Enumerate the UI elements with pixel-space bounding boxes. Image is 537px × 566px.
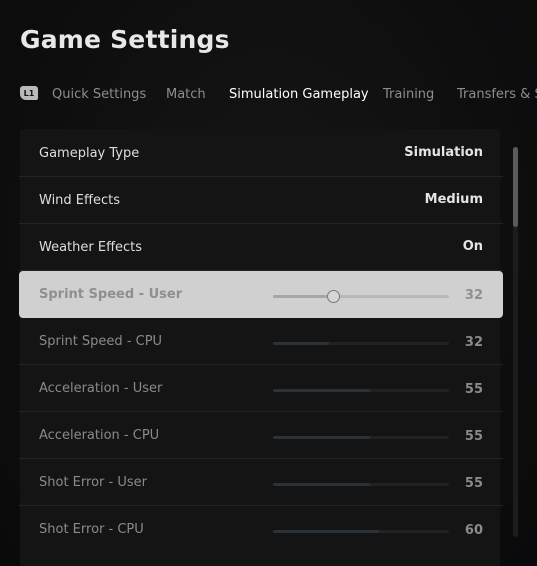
setting-row-gameplay-type[interactable]: Gameplay Type Simulation bbox=[19, 130, 503, 177]
slider-fill bbox=[273, 342, 330, 345]
tab-transfers[interactable]: Transfers & S bbox=[457, 87, 537, 102]
setting-value: Medium bbox=[424, 192, 483, 207]
tab-match[interactable]: Match bbox=[166, 87, 206, 102]
tab-simulation-gameplay[interactable]: Simulation Gameplay bbox=[229, 87, 369, 102]
setting-row-acceleration-user[interactable]: Acceleration - User 55 bbox=[19, 365, 503, 412]
setting-value: 55 bbox=[464, 476, 483, 491]
setting-label: Sprint Speed - User bbox=[39, 287, 183, 302]
scrollbar-thumb[interactable] bbox=[513, 147, 518, 227]
setting-row-sprint-speed-user[interactable]: Sprint Speed - User 32 bbox=[19, 271, 503, 318]
tab-quick-settings[interactable]: Quick Settings bbox=[52, 87, 146, 102]
settings-scrollbar[interactable] bbox=[513, 147, 518, 537]
setting-label: Shot Error - User bbox=[39, 475, 147, 490]
game-settings-screen: Game Settings L1 Quick Settings Match Si… bbox=[0, 0, 537, 566]
settings-tab-bar: L1 Quick Settings Match Simulation Gamep… bbox=[0, 84, 537, 106]
setting-value: 60 bbox=[464, 523, 483, 538]
setting-row-shot-error-user[interactable]: Shot Error - User 55 bbox=[19, 459, 503, 506]
setting-label: Acceleration - User bbox=[39, 381, 163, 396]
setting-value: 55 bbox=[464, 382, 483, 397]
setting-label: Weather Effects bbox=[39, 240, 143, 255]
slider-track[interactable] bbox=[273, 530, 449, 533]
setting-label: Sprint Speed - CPU bbox=[39, 334, 163, 349]
setting-value: Simulation bbox=[404, 145, 483, 160]
page-title: Game Settings bbox=[20, 25, 230, 54]
slider-fill bbox=[273, 530, 379, 533]
setting-value: 32 bbox=[464, 288, 483, 303]
slider-track[interactable] bbox=[273, 389, 449, 392]
setting-label: Acceleration - CPU bbox=[39, 428, 160, 443]
slider-track[interactable] bbox=[273, 342, 449, 345]
l1-bumper-icon[interactable]: L1 bbox=[20, 86, 38, 100]
slider-fill bbox=[273, 389, 370, 392]
slider-fill bbox=[273, 483, 370, 486]
setting-label: Wind Effects bbox=[39, 193, 120, 208]
setting-value: 32 bbox=[464, 335, 483, 350]
setting-row-acceleration-cpu[interactable]: Acceleration - CPU 55 bbox=[19, 412, 503, 459]
setting-label: Shot Error - CPU bbox=[39, 522, 144, 537]
setting-row-sprint-speed-cpu[interactable]: Sprint Speed - CPU 32 bbox=[19, 318, 503, 365]
slider-handle[interactable] bbox=[326, 290, 340, 303]
slider-track[interactable] bbox=[273, 290, 449, 303]
slider-fill bbox=[273, 295, 333, 298]
slider-fill bbox=[273, 436, 370, 439]
setting-row-wind-effects[interactable]: Wind Effects Medium bbox=[19, 177, 503, 224]
setting-value: 55 bbox=[464, 429, 483, 444]
setting-row-weather-effects[interactable]: Weather Effects On bbox=[19, 224, 503, 271]
slider-track[interactable] bbox=[273, 436, 449, 439]
setting-label: Gameplay Type bbox=[39, 146, 140, 161]
setting-row-shot-error-cpu[interactable]: Shot Error - CPU 60 bbox=[19, 506, 503, 553]
slider-track[interactable] bbox=[273, 483, 449, 486]
setting-value: On bbox=[462, 239, 483, 254]
tab-training[interactable]: Training bbox=[383, 87, 434, 102]
